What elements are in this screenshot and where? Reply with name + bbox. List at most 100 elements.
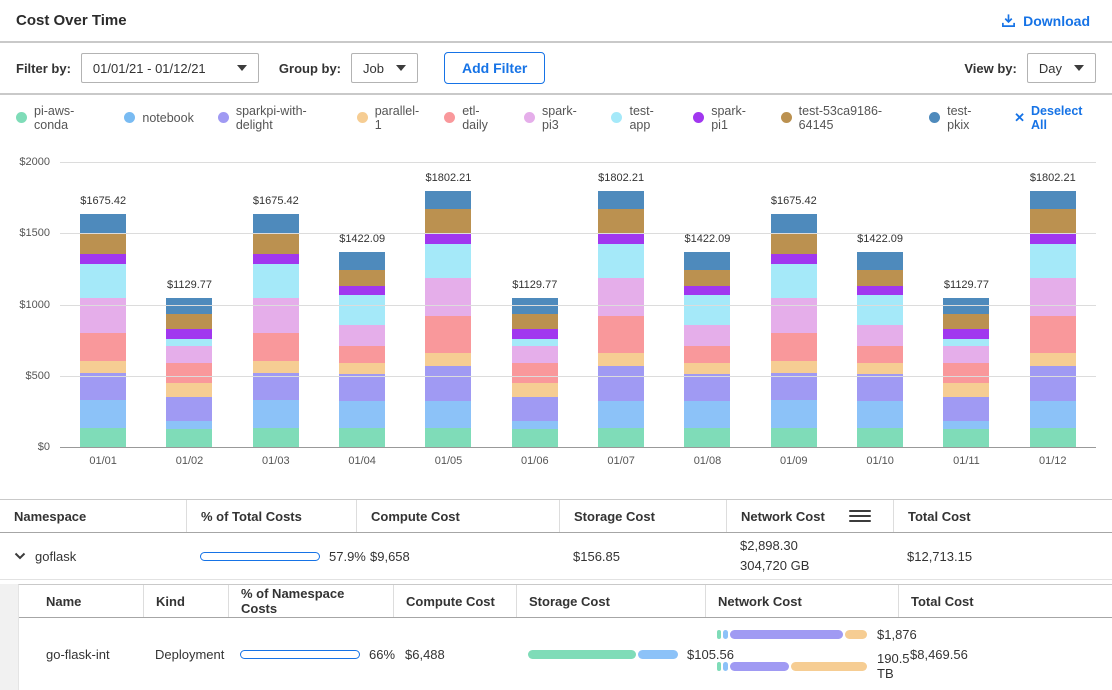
stacked-bar[interactable] bbox=[684, 252, 730, 447]
add-filter-button[interactable]: Add Filter bbox=[444, 52, 545, 84]
table-row-go-flask-int[interactable]: go-flask-int Deployment 66% $6,488 $105.… bbox=[19, 618, 1112, 690]
bar-segment bbox=[339, 252, 385, 270]
stacked-bar[interactable] bbox=[512, 298, 558, 447]
bar-segment bbox=[80, 254, 126, 264]
view-by-select[interactable]: Day bbox=[1027, 53, 1096, 83]
bar-segment bbox=[684, 286, 730, 295]
bar-segment bbox=[943, 298, 989, 315]
bar-segment bbox=[943, 383, 989, 397]
stacked-bar[interactable] bbox=[80, 214, 126, 447]
chevron-down-icon bbox=[1074, 65, 1084, 71]
stacked-bar[interactable] bbox=[771, 214, 817, 447]
bar-segment bbox=[80, 400, 126, 428]
bar-segment bbox=[857, 401, 903, 428]
legend-item[interactable]: spark-pi1 bbox=[693, 104, 756, 132]
minibar-segment bbox=[717, 662, 721, 671]
gridline bbox=[60, 447, 1096, 448]
bar-segment bbox=[166, 339, 212, 346]
bar-segment bbox=[512, 363, 558, 383]
stacked-bar[interactable] bbox=[253, 214, 299, 447]
stacked-bar[interactable] bbox=[166, 298, 212, 447]
bar-segment bbox=[857, 270, 903, 286]
bar-segment bbox=[598, 353, 644, 366]
legend-item[interactable]: test-app bbox=[611, 104, 669, 132]
bar-segment bbox=[512, 339, 558, 346]
bar-total-label: $1802.21 bbox=[598, 172, 644, 184]
stacked-bar[interactable] bbox=[339, 252, 385, 447]
pct-namespace-value: 66% bbox=[369, 647, 395, 662]
bar-segment bbox=[1030, 234, 1076, 244]
stacked-bar[interactable] bbox=[943, 298, 989, 447]
date-range-value: 01/01/21 - 01/12/21 bbox=[93, 61, 206, 76]
table-row-goflask[interactable]: goflask 57.9% $9,658 $156.85 $2,898.30 3… bbox=[0, 533, 1112, 580]
bar-segment bbox=[943, 346, 989, 363]
bar-segment bbox=[339, 374, 385, 401]
bar-segment bbox=[253, 298, 299, 332]
bar-segment bbox=[80, 373, 126, 400]
bar-total-label: $1129.77 bbox=[512, 279, 557, 291]
bar-segment bbox=[857, 428, 903, 447]
col-storage-cost: Storage Cost bbox=[559, 500, 726, 532]
bar-segment bbox=[771, 333, 817, 362]
stacked-bar[interactable] bbox=[425, 191, 471, 447]
bar-segment bbox=[253, 361, 299, 373]
col-kind: Kind bbox=[143, 585, 228, 617]
bar-segment bbox=[943, 429, 989, 448]
y-axis-tick-label: $1000 bbox=[0, 299, 50, 311]
deselect-all-button[interactable]: ✕ Deselect All bbox=[1014, 104, 1096, 132]
legend-item[interactable]: test-pkix bbox=[929, 104, 988, 132]
bar-segment bbox=[80, 333, 126, 362]
legend-item[interactable]: pi-aws-conda bbox=[16, 104, 100, 132]
bar-segment bbox=[598, 278, 644, 316]
workload-table-section: Name Kind % of Namespace Costs Compute C… bbox=[0, 584, 1112, 690]
bar-segment bbox=[1030, 278, 1076, 316]
compute-cost-value: $6,488 bbox=[393, 647, 516, 662]
bar-segment bbox=[253, 254, 299, 264]
legend-item[interactable]: notebook bbox=[124, 111, 193, 125]
bar-segment bbox=[80, 361, 126, 373]
minibar-segment bbox=[723, 630, 727, 639]
bar-total-label: $1129.77 bbox=[167, 279, 212, 291]
bar-segment bbox=[943, 339, 989, 346]
col-total-cost: Total Cost bbox=[893, 500, 1112, 532]
stacked-bar[interactable] bbox=[1030, 191, 1076, 447]
x-axis-tick-label: 01/09 bbox=[751, 455, 837, 467]
bar-segment bbox=[1030, 366, 1076, 401]
stacked-bar[interactable] bbox=[598, 191, 644, 447]
col-compute-cost: Compute Cost bbox=[393, 585, 516, 617]
bar-segment bbox=[80, 233, 126, 254]
bar-segment bbox=[253, 233, 299, 254]
pct-total-progress-bar bbox=[200, 552, 320, 561]
minibar-segment bbox=[723, 662, 727, 671]
bar-segment bbox=[857, 252, 903, 270]
collapse-row-button[interactable] bbox=[14, 552, 26, 560]
bar-segment bbox=[684, 346, 730, 363]
legend-dot-icon bbox=[524, 112, 535, 123]
legend-item[interactable]: spark-pi3 bbox=[524, 104, 587, 132]
stacked-bar[interactable] bbox=[857, 252, 903, 447]
bar-segment bbox=[771, 400, 817, 428]
bar-segment bbox=[339, 346, 385, 363]
bar-segment bbox=[943, 397, 989, 421]
network-cost-cell: $2,898.30 304,720 GB bbox=[726, 536, 893, 576]
bar-segment bbox=[166, 314, 212, 328]
legend-item[interactable]: etl-daily bbox=[444, 104, 500, 132]
bar-segment bbox=[684, 374, 730, 401]
date-range-select[interactable]: 01/01/21 - 01/12/21 bbox=[81, 53, 259, 83]
download-button[interactable]: Download bbox=[995, 12, 1096, 30]
legend-item[interactable]: parallel-1 bbox=[357, 104, 420, 132]
column-menu-icon[interactable] bbox=[849, 510, 871, 523]
download-icon bbox=[1001, 13, 1016, 28]
group-by-select[interactable]: Job bbox=[351, 53, 418, 83]
x-axis-tick-label: 01/05 bbox=[405, 455, 491, 467]
bar-segment bbox=[598, 401, 644, 428]
bar-segment bbox=[512, 397, 558, 421]
bar-segment bbox=[684, 428, 730, 447]
bar-segment bbox=[598, 191, 644, 208]
legend-item[interactable]: test-53ca9186-64145 bbox=[781, 104, 905, 132]
legend-item[interactable]: sparkpi-with-delight bbox=[218, 104, 333, 132]
bar-segment bbox=[684, 363, 730, 374]
x-axis-tick-label: 01/11 bbox=[923, 455, 1009, 467]
bar-segment bbox=[425, 244, 471, 278]
legend-item-label: spark-pi3 bbox=[542, 104, 587, 132]
